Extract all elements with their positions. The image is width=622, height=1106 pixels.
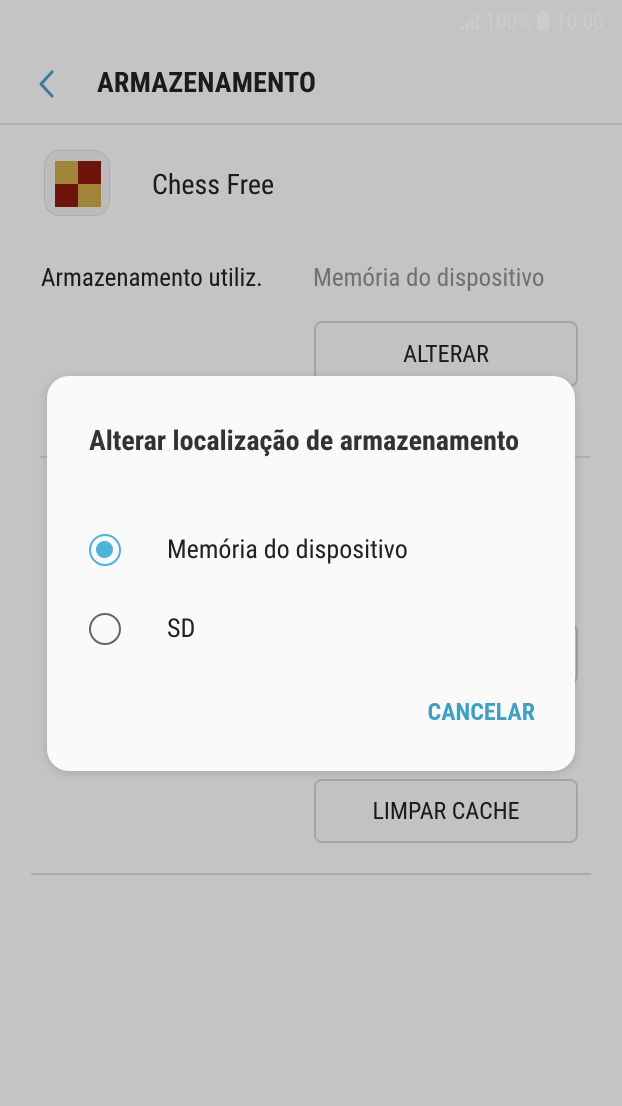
option-label: SD (167, 614, 196, 644)
dialog-title: Alterar localização de armazenamento (89, 424, 520, 457)
option-device-memory[interactable]: Memória do dispositivo (89, 534, 408, 566)
option-sd[interactable]: SD (89, 613, 195, 645)
cancel-button[interactable]: CANCELAR (428, 698, 535, 726)
radio-unchecked-icon[interactable] (89, 613, 121, 645)
option-label: Memória do dispositivo (167, 535, 408, 565)
storage-location-dialog: Alterar localização de armazenamento Mem… (47, 376, 575, 771)
radio-checked-icon[interactable] (89, 534, 121, 566)
